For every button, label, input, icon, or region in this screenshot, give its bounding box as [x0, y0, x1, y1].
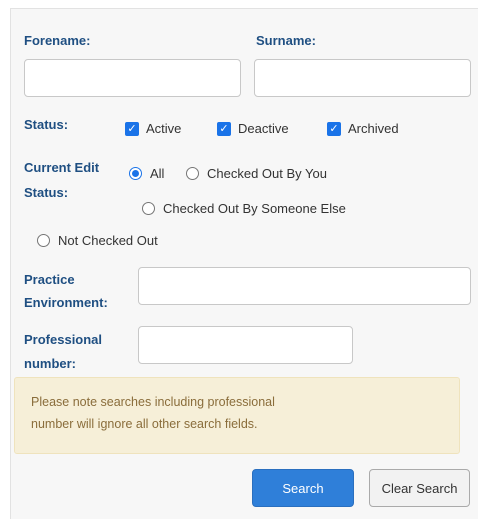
edit-status-label-line1: Current Edit	[24, 160, 100, 175]
status-option-label: Deactive	[238, 121, 289, 136]
status-checkbox-deactive[interactable]: ✓ Deactive	[217, 121, 289, 136]
checkmark-icon: ✓	[327, 121, 341, 136]
status-option-label: Archived	[348, 121, 399, 136]
edit-status-radio-all[interactable]: All	[129, 166, 164, 181]
radio-unselected-icon	[142, 202, 155, 215]
checkmark-icon: ✓	[217, 121, 231, 136]
status-checkbox-archived[interactable]: ✓ Archived	[327, 121, 399, 136]
edit-status-radio-not-checked-out[interactable]: Not Checked Out	[37, 233, 158, 248]
edit-status-label-line2: Status:	[24, 185, 69, 200]
edit-status-option-label: All	[150, 166, 165, 181]
professional-number-input[interactable]	[138, 326, 353, 364]
radio-unselected-icon	[37, 234, 50, 247]
radio-unselected-icon	[186, 167, 199, 180]
notice-line-1: Please note searches including professio…	[31, 395, 275, 409]
edit-status-radio-checked-out-by-you[interactable]: Checked Out By You	[186, 166, 327, 181]
practice-label-line1: Practice	[24, 272, 75, 287]
top-margin	[0, 0, 479, 8]
practice-environment-input[interactable]	[138, 267, 471, 305]
search-notice-alert: Please note searches including professio…	[14, 377, 460, 454]
checkmark-icon: ✓	[125, 121, 139, 136]
edit-status-option-label: Not Checked Out	[58, 233, 158, 248]
status-option-label: Active	[146, 121, 182, 136]
search-button[interactable]: Search	[252, 469, 354, 507]
edit-status-option-label: Checked Out By You	[207, 166, 327, 181]
status-label: Status:	[24, 117, 69, 132]
forename-input[interactable]	[24, 59, 241, 97]
professional-label-line2: number:	[24, 356, 76, 371]
surname-label: Surname:	[256, 33, 316, 48]
forename-label: Forename:	[24, 33, 91, 48]
professional-label-line1: Professional	[24, 332, 103, 347]
edit-status-option-label: Checked Out By Someone Else	[163, 201, 346, 216]
radio-selected-icon	[129, 167, 142, 180]
practice-label-line2: Environment:	[24, 295, 108, 310]
clear-search-button[interactable]: Clear Search	[369, 469, 470, 507]
status-checkbox-active[interactable]: ✓ Active	[125, 121, 181, 136]
notice-line-2: number will ignore all other search fiel…	[31, 417, 258, 431]
surname-input[interactable]	[254, 59, 471, 97]
edit-status-radio-checked-out-by-someone-else[interactable]: Checked Out By Someone Else	[142, 201, 346, 216]
